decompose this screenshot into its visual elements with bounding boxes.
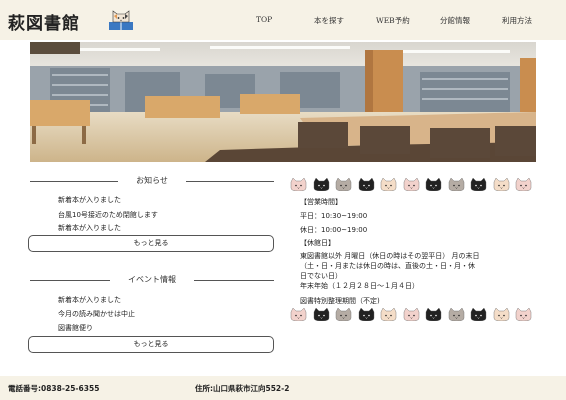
cat-face-icon (290, 308, 307, 321)
news-heading: お知らせ (30, 174, 274, 188)
cat-face-icon (380, 308, 397, 321)
news-item[interactable]: 新着本が入りました (58, 223, 121, 233)
event-item[interactable]: 今月の読み聞かせは中止 (58, 309, 135, 319)
closed-days-line: 東図書館以外 月曜日（休日の時はその翌平日） 月の末日 (300, 252, 480, 260)
events-heading: イベント情報 (30, 273, 274, 287)
site-header: 萩図書館 TOP 本を探す WEB予約 分館情報 利用方法 (0, 0, 566, 40)
cat-face-icon (313, 308, 329, 321)
cat-face-icon (403, 178, 419, 191)
cat-face-icon (290, 178, 307, 191)
cat-face-icon (515, 178, 532, 191)
nav-search-books[interactable]: 本を探す (314, 15, 344, 26)
footer-phone: 電話番号:0838-25-6355 (8, 384, 100, 393)
cat-face-icon (493, 308, 509, 321)
nav-top[interactable]: TOP (256, 15, 272, 24)
cat-face-icon (335, 178, 352, 191)
cat-face-icon (313, 178, 329, 191)
library-interior-photo (30, 42, 536, 162)
closed-days-line: 図書特別整理期間（不定) (300, 297, 380, 305)
nav-branch-info[interactable]: 分館情報 (440, 15, 470, 26)
site-footer: 電話番号:0838-25-6355 住所:山口県萩市江向552-2 (0, 376, 566, 400)
closed-days-line: 日でない日） (300, 272, 342, 280)
cat-face-icon (380, 178, 397, 191)
events-title: イベント情報 (128, 275, 176, 284)
main-nav: TOP 本を探す WEB予約 分館情報 利用方法 (0, 15, 566, 29)
cat-face-icon (335, 308, 352, 321)
cat-face-icon (425, 178, 442, 191)
cat-face-icon (358, 308, 374, 321)
footer-address: 住所:山口県萩市江向552-2 (195, 384, 290, 393)
cat-face-icon (470, 308, 487, 321)
cat-face-icon (470, 178, 487, 191)
closed-days-heading: 【休館日】 (300, 239, 335, 247)
cat-border-bottom (290, 308, 540, 322)
hours-heading: 【営業時間】 (300, 198, 342, 206)
cat-face-icon (425, 308, 442, 321)
cat-face-icon (515, 308, 532, 321)
events-more-button[interactable]: もっと見る (28, 336, 274, 353)
news-title: お知らせ (136, 176, 168, 185)
hours-holiday: 休日：10:00~19:00 (300, 226, 368, 234)
closed-days-line: 年末年始（１２月２８日～１月４日） (300, 282, 419, 290)
cat-border-top (290, 178, 540, 192)
nav-how-to-use[interactable]: 利用方法 (502, 15, 532, 26)
event-item[interactable]: 図書館便り (58, 323, 93, 333)
news-item[interactable]: 台風10号接近のため閉館します (58, 210, 158, 220)
cat-face-icon (403, 308, 419, 321)
event-item[interactable]: 新着本が入りました (58, 295, 121, 305)
cat-face-icon (448, 308, 464, 321)
hours-weekday: 平日：10:30~19:00 (300, 212, 368, 220)
cat-face-icon (493, 178, 509, 191)
cat-face-icon (358, 178, 374, 191)
nav-web-reservation[interactable]: WEB予約 (376, 15, 410, 26)
news-more-button[interactable]: もっと見る (28, 235, 274, 252)
cat-face-icon (448, 178, 464, 191)
news-item[interactable]: 新着本が入りました (58, 195, 121, 205)
closed-days-line: （土・日・月または休日の時は、直後の土・日・月・休 (300, 262, 475, 270)
